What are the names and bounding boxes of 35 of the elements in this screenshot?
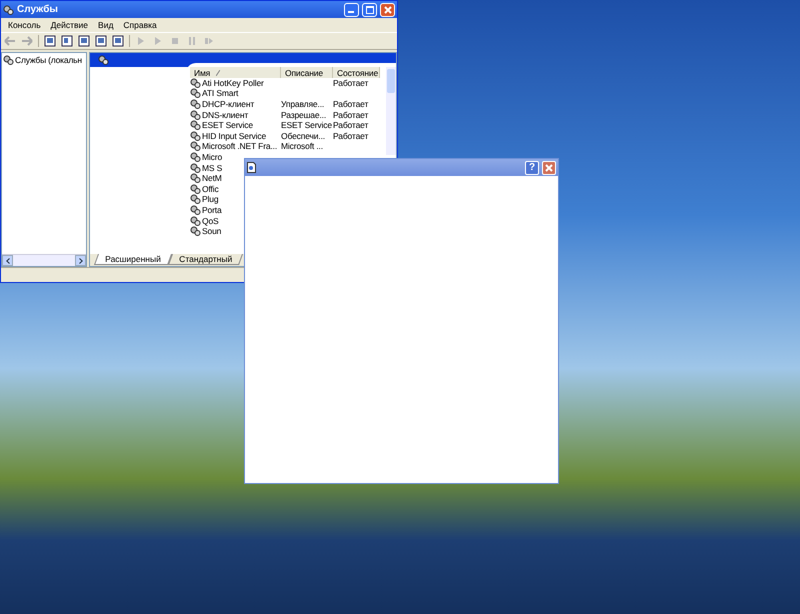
service-name[interactable]: DNS-клиент (202, 110, 248, 120)
service-name[interactable]: ATI Smart (202, 88, 238, 98)
service-name[interactable]: Porta (202, 205, 222, 216)
help-button[interactable]: ? (525, 160, 539, 174)
menu-item[interactable]: Консоль (3, 20, 46, 30)
service-name[interactable]: MS S (202, 162, 222, 173)
service-name[interactable]: DHCP-клиент (202, 99, 254, 110)
service-name[interactable]: Ati HotKey Poller (202, 78, 264, 88)
view-tab[interactable]: Стандартный (168, 254, 243, 265)
service-description: ESET Service (281, 120, 332, 130)
column-header[interactable]: Имя (194, 68, 210, 78)
service-status: Работает (333, 99, 368, 110)
service-name[interactable]: Micro (202, 152, 222, 162)
window-title: Службы (17, 4, 59, 15)
service-name[interactable]: Offic (202, 184, 219, 194)
service-name[interactable]: QoS (202, 216, 219, 226)
menu-item[interactable]: Вид (93, 20, 118, 30)
service-name[interactable]: HID Input Service (202, 130, 266, 141)
menu-item[interactable]: Действие (46, 20, 94, 30)
service-name[interactable]: NetM (202, 173, 222, 184)
tree-item[interactable]: Службы (локальн (15, 55, 82, 65)
service-name[interactable]: Plug (202, 194, 218, 204)
menu-item[interactable]: Справка (118, 20, 162, 30)
service-status: Работает (333, 120, 368, 130)
service-status: Работает (333, 78, 368, 88)
service-status: Работает (333, 110, 368, 120)
service-description: Обеспечи... (281, 130, 326, 141)
service-status: Работает (333, 130, 368, 141)
service-description: Microsoft ... (281, 141, 323, 152)
service-name[interactable]: Soun (202, 226, 222, 236)
service-description: Разрешае... (281, 110, 326, 120)
service-name[interactable]: ESET Service (202, 120, 253, 130)
view-tab[interactable]: Расширенный (94, 254, 172, 265)
service-name[interactable]: Microsoft .NET Fra... (202, 141, 278, 152)
service-description: Управляе... (281, 99, 324, 110)
